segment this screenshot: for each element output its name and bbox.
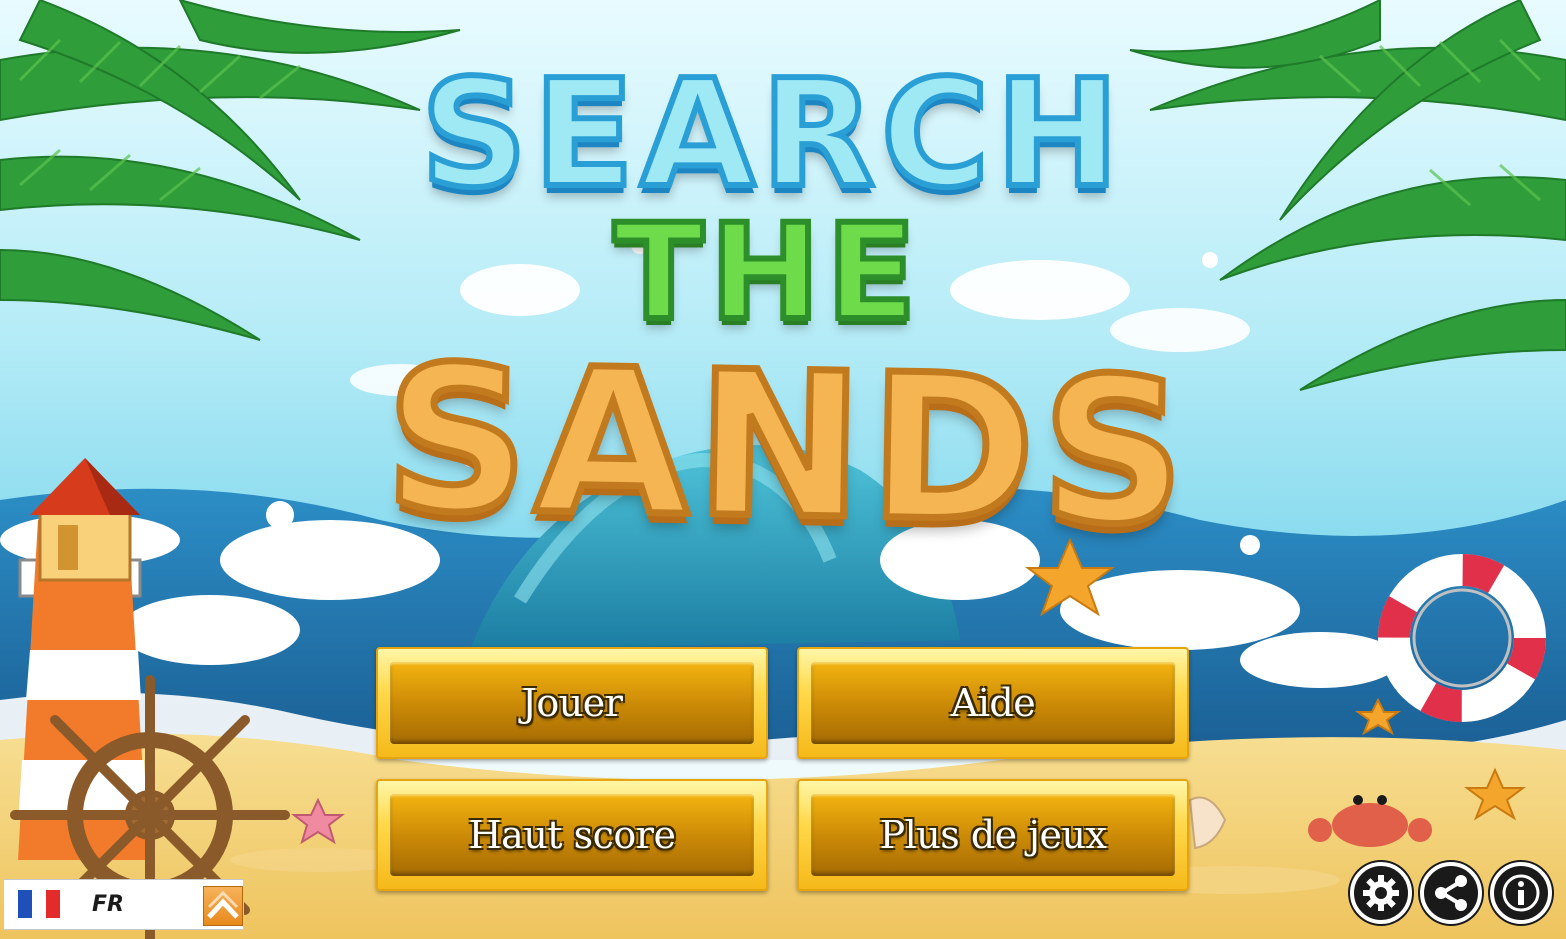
more-games-button-label: Plus de jeux (879, 813, 1107, 857)
more-games-button-face: Plus de jeux (811, 794, 1175, 876)
share-icon (1435, 875, 1467, 911)
chevron-up-icon (207, 890, 239, 919)
play-button-face: Jouer (390, 662, 754, 744)
more-games-button[interactable]: Plus de jeux (797, 779, 1189, 891)
language-code: FR (92, 892, 124, 917)
play-button[interactable]: Jouer (376, 647, 768, 759)
help-button-face: Aide (811, 662, 1175, 744)
settings-button[interactable] (1350, 862, 1412, 924)
highscore-button-face: Haut score (390, 794, 754, 876)
share-button[interactable] (1420, 862, 1482, 924)
play-button-label: Jouer (521, 681, 623, 725)
language-toggle-button[interactable] (203, 886, 243, 926)
title-search: SEARCH (418, 45, 1126, 223)
help-button[interactable]: Aide (797, 647, 1189, 759)
language-selector[interactable]: FR (3, 879, 244, 930)
info-button[interactable] (1490, 862, 1552, 924)
gear-icon (1363, 875, 1399, 911)
france-flag-icon (18, 890, 60, 918)
title-sands: SANDS (379, 319, 1196, 573)
highscore-button-label: Haut score (468, 813, 676, 857)
highscore-button[interactable]: Haut score (376, 779, 768, 891)
help-button-label: Aide (950, 681, 1036, 725)
info-icon (1502, 874, 1540, 912)
